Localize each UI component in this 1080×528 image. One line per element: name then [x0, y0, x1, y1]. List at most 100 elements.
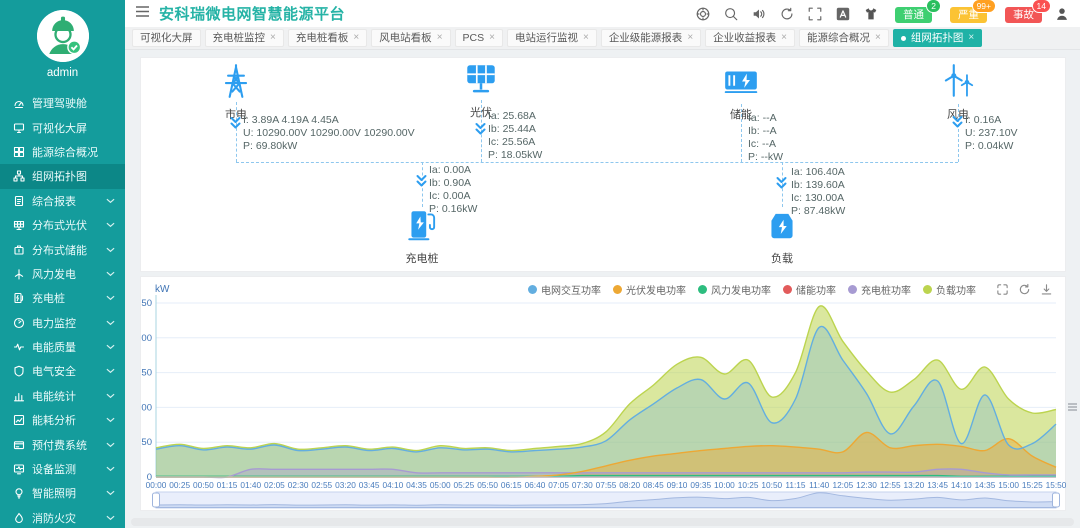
sidebar-item-14[interactable]: 能耗分析: [0, 408, 125, 432]
node-reading-line: I: 3.89A 4.19A 4.45A: [243, 114, 415, 127]
sidebar-item-11[interactable]: 电能质量: [0, 335, 125, 359]
tab-4[interactable]: 风电站看板 ×: [371, 29, 450, 48]
legend-dot: [613, 285, 622, 294]
tab-5[interactable]: PCS ×: [455, 29, 503, 48]
power-chart-panel: 05010015020025000:0000:2500:5001:1501:40…: [140, 276, 1066, 511]
close-icon[interactable]: ×: [583, 32, 589, 44]
power-quality-icon: [13, 341, 25, 353]
tab-1[interactable]: 可视化大屏: [132, 29, 201, 48]
close-icon[interactable]: ×: [687, 32, 693, 44]
prepaid-icon: [13, 439, 25, 451]
close-icon[interactable]: ×: [353, 32, 359, 44]
sidebar-item-10[interactable]: 电力监控: [0, 311, 125, 335]
sidebar-item-13[interactable]: 电能统计: [0, 384, 125, 408]
x-tick-label: 01:40: [240, 480, 261, 490]
alarm-badge-1[interactable]: 普通2: [895, 5, 932, 23]
sidebar-item-1[interactable]: 管理驾驶舱: [0, 91, 125, 115]
search-icon[interactable]: [723, 6, 739, 22]
legend-dot: [783, 285, 792, 294]
series-line-3: [156, 476, 1056, 477]
tab-6[interactable]: 电站运行监视×: [507, 29, 597, 48]
tab-8[interactable]: 企业收益报表×: [705, 29, 795, 48]
tab-label: 风电站看板: [379, 32, 432, 45]
refresh-icon[interactable]: [779, 6, 795, 22]
sidebar-item-16[interactable]: 设备监测: [0, 457, 125, 481]
close-icon[interactable]: ×: [437, 32, 443, 44]
chart-toolbox: [996, 283, 1053, 296]
avatar[interactable]: [37, 10, 89, 62]
sidebar-item-label: 充电桩: [32, 290, 106, 306]
sidebar-item-9[interactable]: 充电桩: [0, 286, 125, 310]
x-tick-label: 13:45: [927, 480, 948, 490]
flow-down-icon: [951, 115, 964, 134]
sidebar-item-2[interactable]: 可视化大屏: [0, 115, 125, 139]
legend-item-5[interactable]: 充电桩功率: [848, 282, 911, 297]
tab-3[interactable]: 充电桩看板×: [288, 29, 367, 48]
scroll-grip-icon[interactable]: [1066, 396, 1079, 418]
legend-item-6[interactable]: 负载功率: [923, 282, 976, 297]
sound-icon[interactable]: [751, 6, 767, 22]
node-utility-grid[interactable]: 市电: [200, 62, 272, 122]
sidebar-item-7[interactable]: 分布式储能: [0, 237, 125, 261]
tab-2[interactable]: 充电桩监控×: [205, 29, 284, 48]
legend-label: 风力发电功率: [711, 282, 771, 297]
sidebar-item-8[interactable]: 风力发电: [0, 262, 125, 286]
x-tick-label: 05:50: [477, 480, 498, 490]
alarm-badge-3[interactable]: 事故14: [1005, 5, 1042, 23]
sidebar-item-3[interactable]: 能源综合概况: [0, 140, 125, 164]
close-icon[interactable]: ×: [270, 32, 276, 44]
restore-icon[interactable]: [1018, 283, 1031, 296]
sidebar-item-4[interactable]: 组网拓扑图: [0, 164, 125, 188]
overview-icon: [13, 146, 25, 158]
dashboard-icon: [13, 97, 25, 109]
tab-9[interactable]: 能源综合概况×: [799, 29, 889, 48]
datazoom-handle-left[interactable]: [153, 493, 160, 507]
user-icon[interactable]: [1054, 6, 1070, 22]
close-icon[interactable]: ×: [781, 32, 787, 44]
menu-toggle-icon[interactable]: [135, 5, 150, 23]
horizontal-scrollbar[interactable]: [131, 518, 1074, 526]
legend-item-3[interactable]: 风力发电功率: [698, 282, 771, 297]
tab-label: PCS: [463, 32, 485, 45]
sidebar-item-label: 电能质量: [32, 339, 106, 355]
close-icon[interactable]: ×: [968, 32, 974, 44]
x-tick-label: 02:55: [311, 480, 332, 490]
sidebar-item-12[interactable]: 电气安全: [0, 359, 125, 383]
chart-legend: 电网交互功率 光伏发电功率 风力发电功率储能功率 充电桩功率负载功率: [528, 282, 1053, 297]
save-image-icon[interactable]: [1040, 283, 1053, 296]
node-reading-line: Ib: 0.90A: [429, 177, 477, 190]
translate-icon[interactable]: [835, 6, 851, 22]
chevron-down-icon: [106, 341, 115, 353]
legend-item-1[interactable]: 电网交互功率: [528, 282, 601, 297]
theme-icon[interactable]: [863, 6, 879, 22]
sidebar-item-18[interactable]: 消防火灾: [0, 506, 125, 528]
sidebar-item-15[interactable]: 预付费系统: [0, 432, 125, 456]
tab-7[interactable]: 企业级能源报表×: [601, 29, 701, 48]
sidebar-item-6[interactable]: 分布式光伏: [0, 213, 125, 237]
sidebar-item-label: 智能照明: [32, 485, 106, 501]
power-chart-svg: 05010015020025000:0000:2500:5001:1501:40…: [141, 277, 1067, 512]
close-icon[interactable]: ×: [875, 32, 881, 44]
x-tick-label: 00:25: [169, 480, 190, 490]
bus-line: [236, 162, 958, 163]
legend-item-4[interactable]: 储能功率: [783, 282, 836, 297]
legend-label: 光伏发电功率: [626, 282, 686, 297]
x-tick-label: 10:50: [761, 480, 782, 490]
target-icon[interactable]: [695, 6, 711, 22]
badge-count: 99+: [972, 0, 996, 13]
node-reading-line: Ia: 0.00A: [429, 164, 477, 177]
node-reading-line: U: 10290.00V 10290.00V 10290.00V: [243, 127, 415, 140]
datazoom-handle-right[interactable]: [1053, 493, 1060, 507]
alarm-badge-2[interactable]: 严重99+: [950, 5, 987, 23]
legend-label: 充电桩功率: [861, 282, 911, 297]
node-wind[interactable]: 风电: [922, 62, 994, 122]
legend-item-2[interactable]: 光伏发电功率: [613, 282, 686, 297]
sidebar: admin 管理驾驶舱可视化大屏能源综合概况组网拓扑图综合报表分布式光伏分布式储…: [0, 0, 125, 528]
sidebar-item-5[interactable]: 综合报表: [0, 189, 125, 213]
sidebar-item-17[interactable]: 智能照明: [0, 481, 125, 505]
x-tick-label: 02:05: [264, 480, 285, 490]
close-icon[interactable]: ×: [489, 32, 495, 44]
zoom-select-icon[interactable]: [996, 283, 1009, 296]
fullscreen-icon[interactable]: [807, 6, 823, 22]
tab-10[interactable]: 组网拓扑图×: [893, 29, 982, 48]
